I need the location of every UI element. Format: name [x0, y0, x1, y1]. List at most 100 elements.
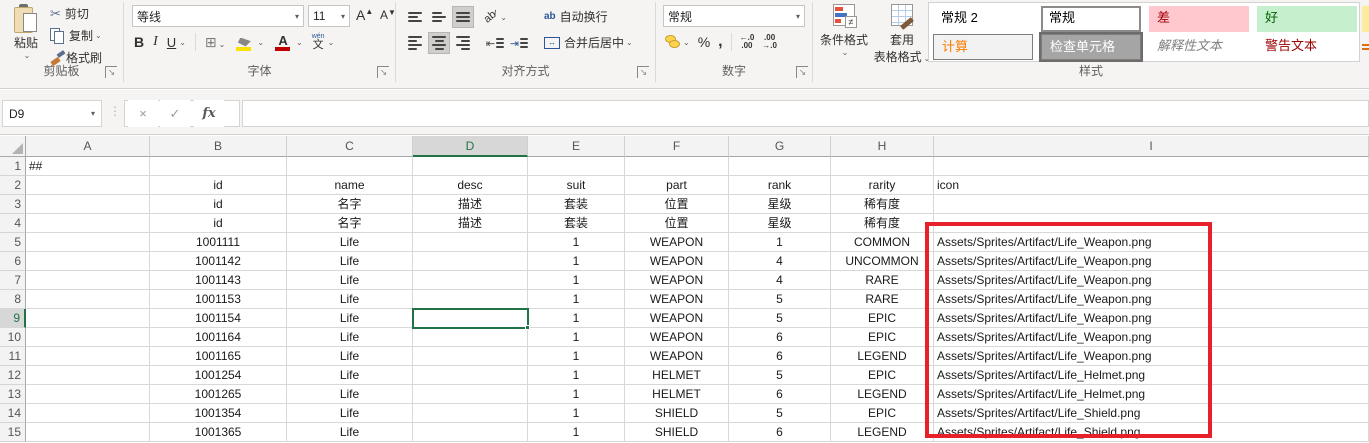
clipboard-dialog-launcher-icon[interactable]: ↘: [105, 66, 117, 78]
percent-style-button[interactable]: %: [698, 34, 710, 50]
cell-D13[interactable]: [413, 385, 528, 404]
column-header-I[interactable]: I: [934, 136, 1369, 157]
cell-D5[interactable]: [413, 233, 528, 252]
cell-F15[interactable]: SHIELD: [625, 423, 729, 442]
cell-H9[interactable]: EPIC: [831, 309, 934, 328]
align-bottom-button[interactable]: [452, 6, 474, 28]
cell-F9[interactable]: WEAPON: [625, 309, 729, 328]
cell-B5[interactable]: 1001111: [150, 233, 287, 252]
cell-D7[interactable]: [413, 271, 528, 290]
row-header-9[interactable]: 9: [0, 309, 26, 328]
column-header-H[interactable]: H: [831, 136, 934, 157]
bold-button[interactable]: B: [134, 34, 144, 50]
cell-A12[interactable]: [26, 366, 150, 385]
cell-G14[interactable]: 5: [729, 404, 831, 423]
cell-E4[interactable]: 套装: [528, 214, 625, 233]
cell-C3[interactable]: 名字: [287, 195, 413, 214]
font-dialog-launcher-icon[interactable]: ↘: [377, 66, 389, 78]
borders-button[interactable]: ⊞⌄: [205, 34, 225, 51]
cell-I4[interactable]: [934, 214, 1369, 233]
font-name-combo[interactable]: 等线 ▾: [132, 5, 304, 27]
row-header-10[interactable]: 10: [0, 328, 26, 347]
cell-E7[interactable]: 1: [528, 271, 625, 290]
cell-F10[interactable]: WEAPON: [625, 328, 729, 347]
cell-B7[interactable]: 1001143: [150, 271, 287, 290]
cell-B4[interactable]: id: [150, 214, 287, 233]
cell-I8[interactable]: Assets/Sprites/Artifact/Life_Weapon.png: [934, 290, 1369, 309]
cell-F2[interactable]: part: [625, 176, 729, 195]
cell-D11[interactable]: [413, 347, 528, 366]
cell-A9[interactable]: [26, 309, 150, 328]
style-gallery-item[interactable]: 警告文本: [1257, 34, 1357, 60]
cell-C11[interactable]: Life: [287, 347, 413, 366]
cell-I6[interactable]: Assets/Sprites/Artifact/Life_Weapon.png: [934, 252, 1369, 271]
cell-D9[interactable]: [413, 309, 528, 328]
cell-I3[interactable]: [934, 195, 1369, 214]
cell-G9[interactable]: 5: [729, 309, 831, 328]
style-gallery-partial-item2[interactable]: [1362, 44, 1369, 50]
cell-B6[interactable]: 1001142: [150, 252, 287, 271]
cell-E3[interactable]: 套装: [528, 195, 625, 214]
row-header-3[interactable]: 3: [0, 195, 26, 214]
style-gallery-item[interactable]: 常规 2: [933, 6, 1033, 32]
name-box[interactable]: D9 ▾: [2, 100, 102, 127]
cell-F8[interactable]: WEAPON: [625, 290, 729, 309]
cell-G7[interactable]: 4: [729, 271, 831, 290]
cell-B15[interactable]: 1001365: [150, 423, 287, 442]
row-header-4[interactable]: 4: [0, 214, 26, 233]
cell-H5[interactable]: COMMON: [831, 233, 934, 252]
decrease-font-button[interactable]: A▼: [380, 8, 396, 22]
row-header-15[interactable]: 15: [0, 423, 26, 442]
comma-style-button[interactable]: ,: [718, 33, 722, 51]
cell-C9[interactable]: Life: [287, 309, 413, 328]
cell-G1[interactable]: [729, 157, 831, 176]
align-center-button[interactable]: [428, 32, 450, 54]
cell-H1[interactable]: [831, 157, 934, 176]
cell-D1[interactable]: [413, 157, 528, 176]
conditional-formatting-button[interactable]: ≠ 条件格式 ⌄: [820, 4, 868, 57]
cell-B13[interactable]: 1001265: [150, 385, 287, 404]
cell-A5[interactable]: [26, 233, 150, 252]
cell-D10[interactable]: [413, 328, 528, 347]
copy-button[interactable]: 复制 ⌄: [50, 27, 102, 44]
cell-I9[interactable]: Assets/Sprites/Artifact/Life_Weapon.png: [934, 309, 1369, 328]
cell-H11[interactable]: LEGEND: [831, 347, 934, 366]
cell-F6[interactable]: WEAPON: [625, 252, 729, 271]
font-color-button[interactable]: A: [273, 32, 293, 52]
align-top-button[interactable]: [404, 6, 426, 28]
cell-I15[interactable]: Assets/Sprites/Artifact/Life_Shield.png: [934, 423, 1369, 442]
format-as-table-button[interactable]: 套用 表格格式⌄: [871, 4, 933, 65]
decrease-indent-button[interactable]: ⇤: [484, 32, 506, 54]
cell-F1[interactable]: [625, 157, 729, 176]
column-header-C[interactable]: C: [287, 136, 413, 157]
style-gallery-item[interactable]: 差: [1149, 6, 1249, 32]
cell-E8[interactable]: 1: [528, 290, 625, 309]
cell-G3[interactable]: 星级: [729, 195, 831, 214]
cell-E14[interactable]: 1: [528, 404, 625, 423]
cell-A8[interactable]: [26, 290, 150, 309]
cell-A11[interactable]: [26, 347, 150, 366]
style-gallery-item[interactable]: 计算: [933, 34, 1033, 60]
cell-F14[interactable]: SHIELD: [625, 404, 729, 423]
cell-I11[interactable]: Assets/Sprites/Artifact/Life_Weapon.png: [934, 347, 1369, 366]
cell-H8[interactable]: RARE: [831, 290, 934, 309]
cell-E9[interactable]: 1: [528, 309, 625, 328]
cell-E10[interactable]: 1: [528, 328, 625, 347]
cell-F7[interactable]: WEAPON: [625, 271, 729, 290]
cell-H6[interactable]: UNCOMMON: [831, 252, 934, 271]
cell-F13[interactable]: HELMET: [625, 385, 729, 404]
row-header-14[interactable]: 14: [0, 404, 26, 423]
cell-G11[interactable]: 6: [729, 347, 831, 366]
cell-H10[interactable]: EPIC: [831, 328, 934, 347]
cell-B1[interactable]: [150, 157, 287, 176]
cell-H14[interactable]: EPIC: [831, 404, 934, 423]
row-header-1[interactable]: 1: [0, 157, 26, 176]
cell-A13[interactable]: [26, 385, 150, 404]
cell-A14[interactable]: [26, 404, 150, 423]
cell-C15[interactable]: Life: [287, 423, 413, 442]
cell-I2[interactable]: icon: [934, 176, 1369, 195]
cell-F4[interactable]: 位置: [625, 214, 729, 233]
cell-F11[interactable]: WEAPON: [625, 347, 729, 366]
row-header-5[interactable]: 5: [0, 233, 26, 252]
cell-E1[interactable]: [528, 157, 625, 176]
